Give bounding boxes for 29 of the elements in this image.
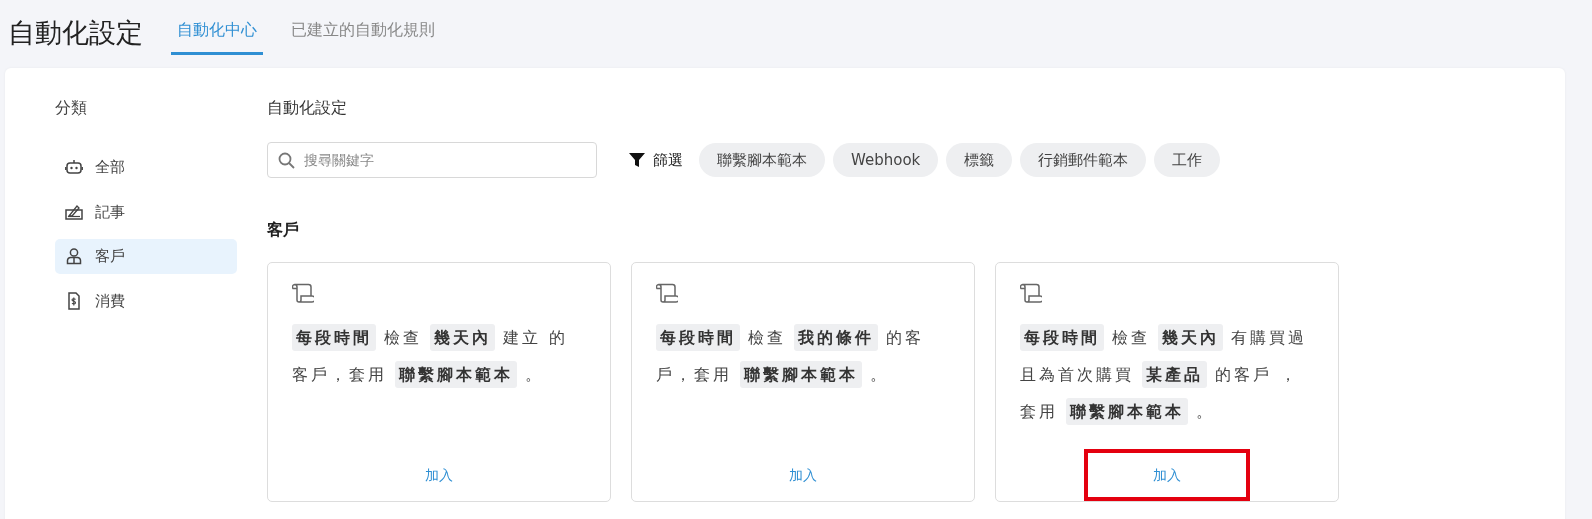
- robot-icon: [65, 158, 83, 177]
- filter-icon: [629, 152, 645, 168]
- section-title: 客戶: [267, 219, 300, 241]
- scroll-icon: [1020, 283, 1042, 303]
- add-button[interactable]: 加入: [356, 449, 522, 501]
- add-button[interactable]: 加入: [720, 449, 886, 501]
- add-button[interactable]: 加入: [1084, 449, 1250, 501]
- person-icon: [65, 247, 83, 266]
- sidebar-item[interactable]: 全部: [55, 150, 237, 185]
- page-title: 自動化設定: [8, 16, 143, 50]
- scroll-icon: [656, 283, 678, 303]
- sidebar-item[interactable]: 客戶: [55, 239, 237, 274]
- filter-chip[interactable]: 工作: [1154, 142, 1221, 178]
- sidebar-item[interactable]: 消費: [55, 283, 237, 318]
- card-description: 每段時間 檢查 幾天內 建立 的客戶，套用 聯繫腳本範本 。: [292, 319, 586, 393]
- filter-chip[interactable]: 標籤: [946, 142, 1013, 178]
- filter-chip[interactable]: Webhook: [833, 142, 939, 178]
- receipt-icon: [65, 291, 83, 310]
- scroll-icon: [292, 283, 314, 303]
- filter-label: 篩選: [653, 149, 683, 171]
- filter-chip[interactable]: 行銷郵件範本: [1020, 142, 1147, 178]
- card-description: 每段時間 檢查 幾天內 有購買過且為首次購買 某產品 的客戶 ，套用 聯繫腳本範本 。: [1020, 319, 1314, 430]
- sidebar-item[interactable]: 記事: [55, 194, 237, 229]
- search-icon: [278, 152, 295, 169]
- card-description: 每段時間 檢查 我的條件 的客戶，套用 聯繫腳本範本 。: [656, 319, 950, 393]
- search-field[interactable]: 搜尋關鍵字: [267, 142, 597, 178]
- filter-chip[interactable]: 聯繫腳本範本: [699, 142, 825, 178]
- content-title: 自動化設定: [267, 97, 348, 119]
- sidebar-title: 分類: [55, 97, 88, 119]
